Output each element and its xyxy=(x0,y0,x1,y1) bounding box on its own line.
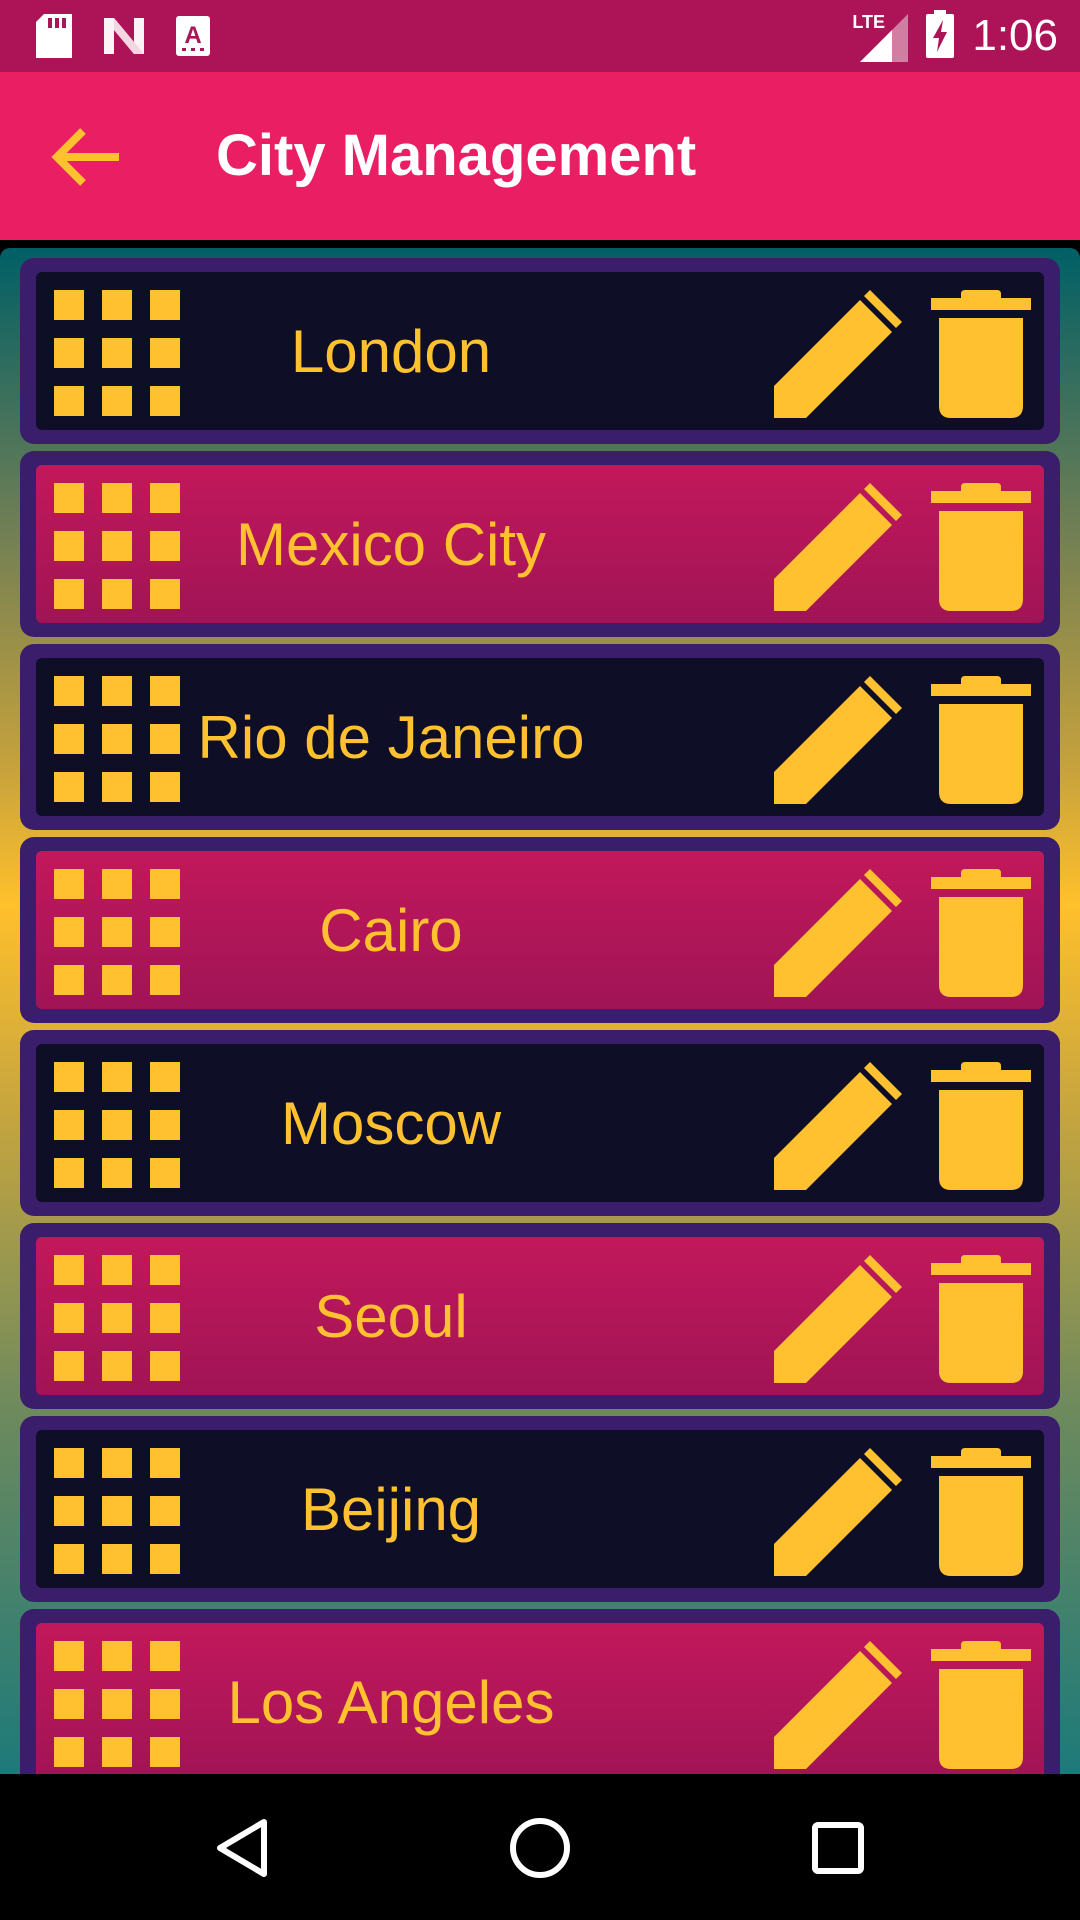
city-list-area[interactable]: London Mexico City Rio de Janeiro Cairo … xyxy=(0,248,1080,1774)
city-name: Mexico City xyxy=(235,510,547,578)
pencil-icon[interactable] xyxy=(774,676,902,804)
nav-back-button[interactable] xyxy=(206,1812,278,1884)
city-row-rio-de-janeiro[interactable]: Rio de Janeiro xyxy=(20,644,1060,830)
city-row-seoul[interactable]: Seoul xyxy=(20,1223,1060,1409)
pencil-icon[interactable] xyxy=(774,1641,902,1769)
n-icon xyxy=(102,16,146,61)
city-row-beijing[interactable]: Beijing xyxy=(20,1416,1060,1602)
trash-icon[interactable] xyxy=(931,869,1031,997)
pencil-icon[interactable] xyxy=(774,290,902,418)
sd-card-icon xyxy=(36,14,72,63)
network-label: LTE xyxy=(852,12,886,32)
trash-icon[interactable] xyxy=(931,1062,1031,1190)
nav-home-button[interactable] xyxy=(504,1812,576,1884)
nav-recents-button[interactable] xyxy=(802,1812,874,1884)
city-row-cairo[interactable]: Cairo xyxy=(20,837,1060,1023)
city-name: Seoul xyxy=(314,1282,468,1350)
pencil-icon[interactable] xyxy=(774,1448,902,1576)
trash-icon[interactable] xyxy=(931,1255,1031,1383)
city-name: Moscow xyxy=(280,1089,502,1157)
drag-grid-icon[interactable] xyxy=(54,676,180,802)
city-row-london[interactable]: London xyxy=(20,258,1060,444)
drag-grid-icon[interactable] xyxy=(54,1255,180,1381)
recents-square-icon xyxy=(812,1822,864,1874)
text-a-icon: A xyxy=(176,16,210,61)
lte-signal-icon: LTE xyxy=(852,10,909,62)
trash-icon[interactable] xyxy=(931,676,1031,804)
city-row-mexico-city[interactable]: Mexico City xyxy=(20,451,1060,637)
status-bar: A LTE 1:06 xyxy=(0,0,1080,72)
drag-grid-icon[interactable] xyxy=(54,869,180,995)
arrow-back-icon xyxy=(51,128,119,186)
trash-icon[interactable] xyxy=(931,290,1031,418)
pencil-icon[interactable] xyxy=(774,483,902,611)
drag-grid-icon[interactable] xyxy=(54,1062,180,1188)
page-title: City Management xyxy=(216,123,697,188)
drag-grid-icon[interactable] xyxy=(54,1641,180,1767)
pencil-icon[interactable] xyxy=(774,1255,902,1383)
city-row-moscow[interactable]: Moscow xyxy=(20,1030,1060,1216)
city-name: London xyxy=(290,317,492,385)
pencil-icon[interactable] xyxy=(774,869,902,997)
city-name: Rio de Janeiro xyxy=(197,703,585,771)
back-triangle-icon xyxy=(217,1819,267,1877)
battery-charging-icon xyxy=(926,9,955,63)
city-name: Los Angeles xyxy=(227,1668,555,1736)
system-nav-bar xyxy=(0,1774,1080,1920)
city-row-los-angeles[interactable]: Los Angeles xyxy=(20,1609,1060,1774)
app-bar: City Management xyxy=(0,72,1080,240)
back-button[interactable] xyxy=(40,112,130,202)
pencil-icon[interactable] xyxy=(774,1062,902,1190)
city-name: Cairo xyxy=(319,896,463,964)
home-circle-icon xyxy=(510,1818,570,1878)
city-name: Beijing xyxy=(300,1475,482,1543)
city-list: London Mexico City Rio de Janeiro Cairo … xyxy=(20,258,1060,1774)
trash-icon[interactable] xyxy=(931,1641,1031,1769)
trash-icon[interactable] xyxy=(931,483,1031,611)
drag-grid-icon[interactable] xyxy=(54,1448,180,1574)
clock: 1:06 xyxy=(972,11,1058,60)
svg-text:A: A xyxy=(184,22,201,49)
drag-grid-icon[interactable] xyxy=(54,290,180,416)
trash-icon[interactable] xyxy=(931,1448,1031,1576)
drag-grid-icon[interactable] xyxy=(54,483,180,609)
